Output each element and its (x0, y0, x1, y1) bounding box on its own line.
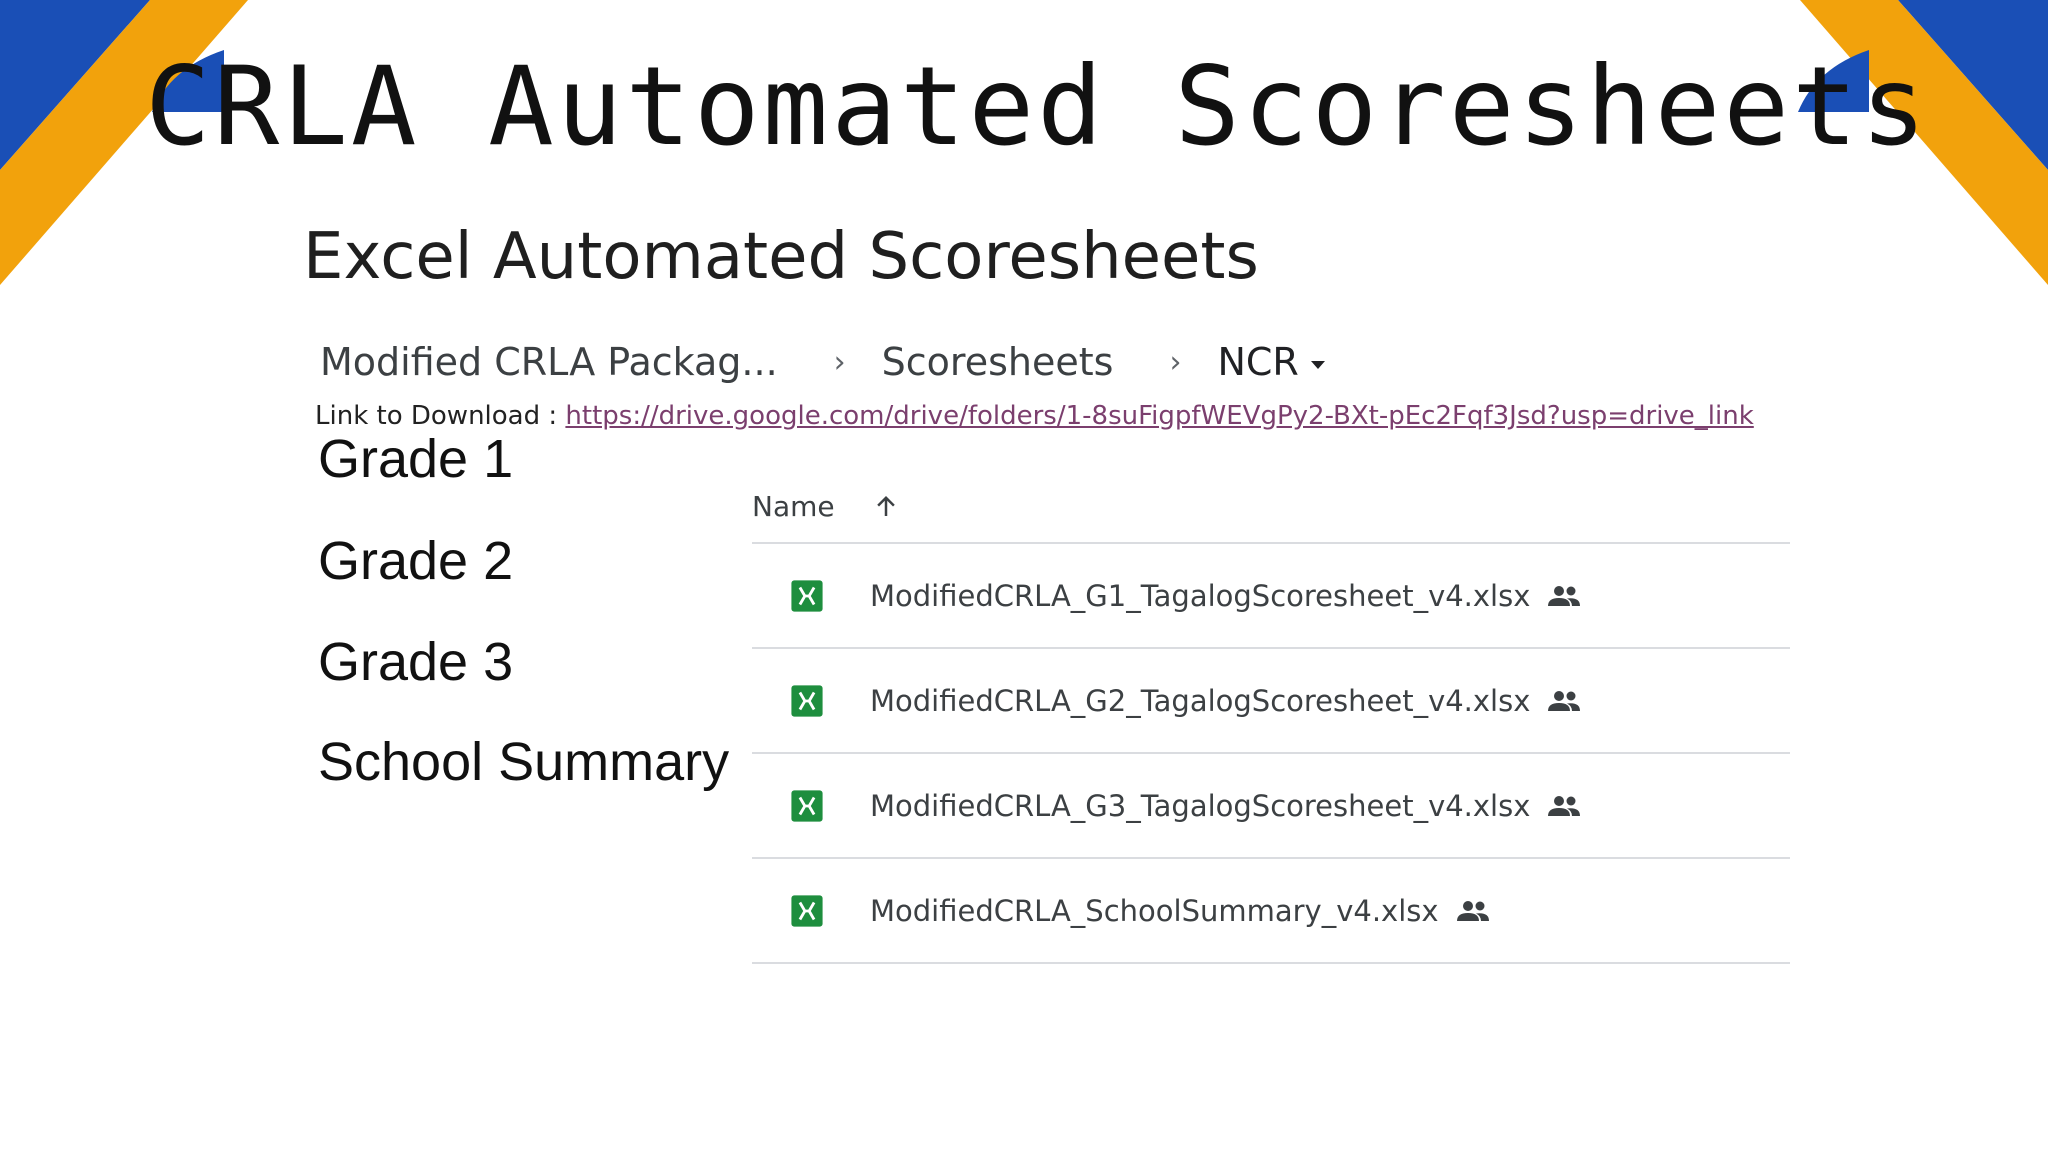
breadcrumb-item-package[interactable]: Modified CRLA Packag... (320, 340, 778, 384)
breadcrumb-item-ncr-label: NCR (1217, 340, 1299, 384)
slide-title: CRLA Automated Scoresheets (145, 43, 1930, 170)
grade-2-label: Grade 2 (318, 531, 514, 591)
people-shared-icon (1548, 795, 1581, 816)
section-heading: Excel Automated Scoresheets (303, 220, 1259, 294)
caret-down-icon (1310, 360, 1325, 369)
file-name: ModifiedCRLA_SchoolSummary_v4.xlsx (870, 893, 1439, 928)
download-line: Link to Download : https://drive.google.… (315, 401, 1754, 431)
excel-file-icon (791, 579, 823, 612)
arrow-up-icon[interactable] (871, 491, 901, 521)
people-shared-icon (1548, 585, 1581, 606)
file-name: ModifiedCRLA_G1_TagalogScoresheet_v4.xls… (870, 578, 1531, 613)
excel-file-icon (791, 894, 823, 927)
breadcrumb: Modified CRLA Packag... › Scoresheets › … (320, 340, 1325, 384)
file-list: Name ModifiedCRLA_G1_TagalogScoresheet_v… (752, 470, 1790, 964)
file-name: ModifiedCRLA_G2_TagalogScoresheet_v4.xls… (870, 683, 1531, 718)
breadcrumb-separator-icon: › (1169, 344, 1182, 380)
file-row[interactable]: ModifiedCRLA_G1_TagalogScoresheet_v4.xls… (752, 544, 1790, 649)
excel-file-icon (791, 789, 823, 822)
drive-screenshot: Excel Automated Scoresheets Modified CRL… (290, 215, 1830, 995)
file-row[interactable]: ModifiedCRLA_SchoolSummary_v4.xlsx (752, 859, 1790, 964)
excel-file-icon (791, 684, 823, 717)
people-shared-icon (1456, 900, 1489, 921)
grade-1-label: Grade 1 (318, 429, 514, 489)
column-name-header[interactable]: Name (752, 490, 835, 523)
school-summary-label: School Summary (318, 732, 730, 792)
breadcrumb-item-ncr[interactable]: NCR (1217, 340, 1325, 384)
download-label: Link to Download : (315, 401, 566, 431)
people-shared-icon (1548, 690, 1581, 711)
download-link[interactable]: https://drive.google.com/drive/folders/1… (565, 401, 1753, 431)
grade-3-label: Grade 3 (318, 632, 514, 692)
file-row[interactable]: ModifiedCRLA_G3_TagalogScoresheet_v4.xls… (752, 754, 1790, 859)
file-row[interactable]: ModifiedCRLA_G2_TagalogScoresheet_v4.xls… (752, 649, 1790, 754)
breadcrumb-item-scoresheets[interactable]: Scoresheets (882, 340, 1114, 384)
list-header: Name (752, 470, 1790, 544)
file-name: ModifiedCRLA_G3_TagalogScoresheet_v4.xls… (870, 788, 1531, 823)
breadcrumb-separator-icon: › (833, 344, 846, 380)
